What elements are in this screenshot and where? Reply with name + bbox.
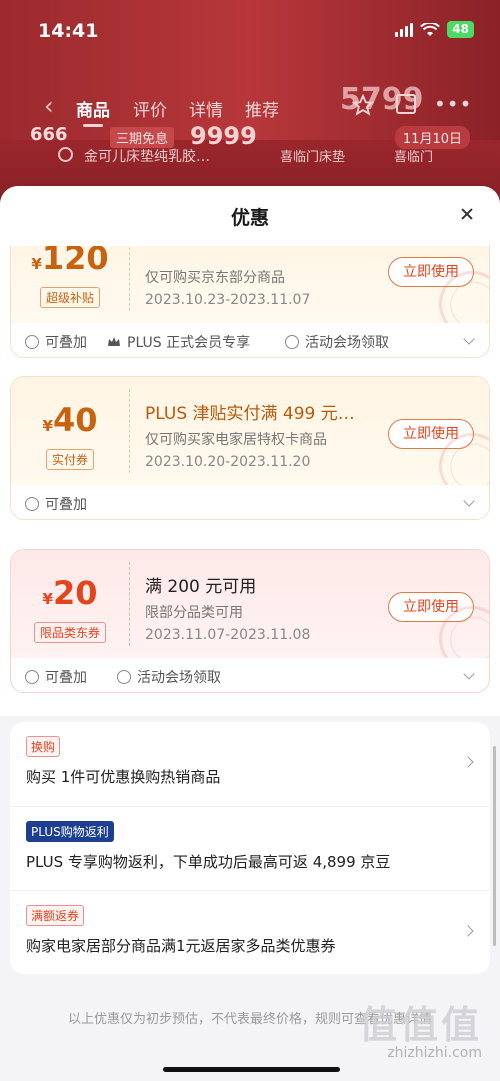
coupon-divider (129, 246, 130, 311)
coupon-amount: ¥20 (42, 574, 98, 612)
promotion-row[interactable]: 换购 购买 1件可优惠换购热销商品 (10, 722, 490, 806)
venue-icon (117, 670, 131, 684)
stackable-feature: 可叠加 (25, 332, 87, 352)
search-query[interactable]: 金可儿床垫纯乳胶… (84, 146, 210, 166)
cellular-signal-icon (395, 22, 414, 37)
stackable-feature: 可叠加 (25, 494, 87, 514)
status-icons: 48 (395, 21, 474, 38)
coupon-type-tag: 限品类东券 (11, 622, 129, 643)
plus-member-feature: PLUS 正式会员专享 (107, 332, 250, 352)
coupon-title: 满 200 元可用 (145, 577, 257, 597)
promotion-tag: PLUS购物返利 (26, 821, 114, 842)
coupon-face: ¥40 实付券 PLUS 津贴实付满 499 元… 仅可购买家电家居特权卡商品 … (11, 377, 489, 485)
chevron-down-icon[interactable] (463, 333, 475, 345)
search-keyword[interactable]: 喜临门 (394, 146, 433, 165)
coupon-face: ¥120 超级补贴 仅可购买京东部分商品 2023.10.23-2023.11.… (11, 246, 489, 323)
status-bar: 14:41 48 (0, 0, 500, 48)
coupon-list: ¥120 超级补贴 仅可购买京东部分商品 2023.10.23-2023.11.… (0, 246, 500, 716)
coupon-title: PLUS 津贴实付满 499 元… (145, 404, 355, 424)
chevron-right-icon (462, 925, 474, 937)
coupon-validity: 2023.10.20-2023.11.20 (145, 454, 311, 470)
coupon-amount: ¥120 (31, 246, 109, 277)
watermark: 值值值 zhizhizhi.com (359, 994, 482, 1061)
coupon-type-tag: 实付券 (11, 449, 129, 470)
venue-claim-feature: 活动会场领取 (285, 332, 389, 352)
promotion-tag: 满额返券 (26, 905, 85, 926)
coupon-divider (129, 562, 130, 646)
venue-icon (285, 335, 299, 349)
coupon-features[interactable]: 可叠加 活动会场领取 (11, 658, 489, 694)
promotion-text: 购买 1件可优惠换购热销商品 (26, 768, 221, 786)
promotion-tag: 换购 (26, 736, 61, 757)
coupon-validity: 2023.10.23-2023.11.07 (145, 292, 311, 308)
wifi-icon (420, 22, 441, 36)
coupon-type-tag: 超级补贴 (11, 287, 129, 308)
scrollbar[interactable] (493, 746, 496, 946)
sheet-title: 优惠 (230, 207, 269, 229)
battery-icon: 48 (447, 21, 474, 38)
promotion-row[interactable]: PLUS购物返利 PLUS 专享购物返利，下单成功后最高可返 4,899 京豆 (10, 806, 490, 890)
chevron-down-icon[interactable] (463, 668, 475, 680)
coupon-validity: 2023.11.07-2023.11.08 (145, 627, 311, 643)
search-icon (58, 147, 73, 162)
share-icon[interactable] (396, 94, 416, 114)
coupon-description: 限部分品类可用 (145, 605, 243, 621)
close-icon[interactable] (458, 205, 476, 223)
more-icon[interactable]: ••• (434, 92, 472, 116)
search-keyword[interactable]: 喜临门床垫 (280, 146, 345, 165)
stack-icon (25, 335, 39, 349)
sheet-header: 优惠 (0, 186, 500, 246)
promotion-text: PLUS 专享购物返利，下单成功后最高可返 4,899 京豆 (26, 853, 391, 871)
stack-icon (25, 670, 39, 684)
discount-sheet: 优惠 ¥120 超级补贴 仅可购买京东部分商品 2023.10.23-2023.… (0, 186, 500, 1081)
coupon-divider (129, 389, 130, 473)
crown-icon (108, 337, 120, 346)
chevron-right-icon (462, 756, 474, 768)
back-icon[interactable]: ‹ (44, 92, 54, 120)
coupon-features[interactable]: 可叠加 PLUS 正式会员专享 活动会场领取 (11, 323, 489, 359)
chevron-down-icon[interactable] (463, 495, 475, 507)
promotion-text: 购家电家居部分商品满1元返居家多品类优惠券 (26, 937, 336, 955)
coupon-amount: ¥40 (42, 401, 98, 439)
coupon-features[interactable]: 可叠加 (11, 485, 489, 521)
coupon-card: ¥20 限品类东券 满 200 元可用 限部分品类可用 2023.11.07-2… (10, 549, 490, 693)
coupon-card: ¥120 超级补贴 仅可购买京东部分商品 2023.10.23-2023.11.… (10, 246, 490, 358)
promotions-card: 换购 购买 1件可优惠换购热销商品 PLUS购物返利 PLUS 专享购物返利，下… (10, 722, 490, 974)
search-row: 金可儿床垫纯乳胶… 喜临门床垫 喜临门 (0, 140, 500, 172)
status-time: 14:41 (38, 20, 99, 42)
coupon-description: 仅可购买家电家居特权卡商品 (145, 432, 327, 448)
coupon-card: ¥40 实付券 PLUS 津贴实付满 499 元… 仅可购买家电家居特权卡商品 … (10, 376, 490, 520)
favorite-star-icon[interactable] (352, 94, 374, 116)
stack-icon (25, 497, 39, 511)
stackable-feature: 可叠加 (25, 667, 87, 687)
venue-claim-feature: 活动会场领取 (117, 667, 221, 687)
promotion-row[interactable]: 满额返券 购家电家居部分商品满1元返居家多品类优惠券 (10, 890, 490, 974)
watermark-logo: 值值值 (358, 1003, 482, 1047)
home-indicator[interactable] (163, 1067, 340, 1072)
coupon-description: 仅可购买京东部分商品 (145, 270, 285, 286)
coupon-face: ¥20 限品类东券 满 200 元可用 限部分品类可用 2023.11.07-2… (11, 550, 489, 658)
